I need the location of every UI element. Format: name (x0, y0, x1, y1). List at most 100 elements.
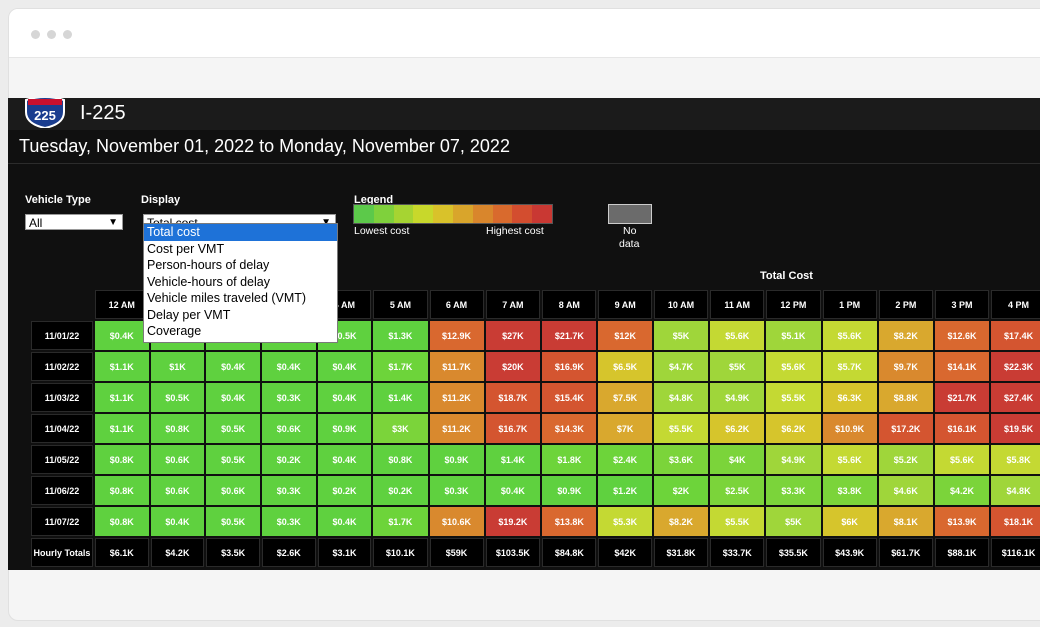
cost-cell[interactable]: $2.5K (710, 476, 765, 505)
cost-cell[interactable]: $12K (598, 321, 652, 350)
cost-cell[interactable]: $5.8K (991, 445, 1040, 474)
cost-cell[interactable]: $3K (373, 414, 428, 443)
cost-cell[interactable]: $10.9K (822, 414, 877, 443)
cost-cell[interactable]: $0.5K (206, 414, 260, 443)
cost-cell[interactable]: $17.4K (991, 321, 1040, 350)
cost-cell[interactable]: $4.6K (878, 476, 933, 505)
cost-cell[interactable]: $0.8K (94, 507, 149, 536)
cost-cell[interactable]: $5.6K (822, 321, 877, 350)
cost-cell[interactable]: $11.2K (429, 414, 484, 443)
cost-cell[interactable]: $6K (822, 507, 877, 536)
cost-cell[interactable]: $11.7K (429, 352, 484, 381)
cost-cell[interactable]: $5.5K (653, 414, 709, 443)
cost-cell[interactable]: $1.4K (373, 383, 428, 412)
cost-cell[interactable]: $5.6K (822, 445, 877, 474)
cost-cell[interactable]: $5.1K (766, 321, 821, 350)
display-option[interactable]: Vehicle-hours of delay (144, 274, 337, 291)
cost-cell[interactable]: $7.5K (598, 383, 652, 412)
cost-cell[interactable]: $5.5K (766, 383, 821, 412)
cost-cell[interactable]: $1.7K (373, 507, 428, 536)
cost-cell[interactable]: $0.4K (317, 352, 372, 381)
cost-cell[interactable]: $0.5K (206, 507, 260, 536)
cost-cell[interactable]: $1.8K (542, 445, 597, 474)
cost-cell[interactable]: $19.5K (991, 414, 1040, 443)
cost-cell[interactable]: $5.2K (878, 445, 933, 474)
cost-cell[interactable]: $0.6K (150, 445, 205, 474)
display-option[interactable]: Vehicle miles traveled (VMT) (144, 290, 337, 307)
cost-cell[interactable]: $0.3K (261, 507, 316, 536)
cost-cell[interactable]: $2K (653, 476, 709, 505)
cost-cell[interactable]: $5.3K (598, 507, 652, 536)
cost-cell[interactable]: $6.5K (598, 352, 652, 381)
cost-cell[interactable]: $0.8K (150, 414, 205, 443)
cost-cell[interactable]: $0.4K (261, 352, 316, 381)
cost-cell[interactable]: $0.9K (317, 414, 372, 443)
cost-cell[interactable]: $4.8K (991, 476, 1040, 505)
display-option[interactable]: Delay per VMT (144, 307, 337, 324)
cost-cell[interactable]: $2.4K (598, 445, 652, 474)
cost-cell[interactable]: $12.6K (934, 321, 990, 350)
cost-cell[interactable]: $5.5K (710, 507, 765, 536)
cost-cell[interactable]: $14.3K (542, 414, 597, 443)
cost-cell[interactable]: $13.9K (934, 507, 990, 536)
cost-cell[interactable]: $6.2K (710, 414, 765, 443)
cost-cell[interactable]: $4.2K (934, 476, 990, 505)
display-option[interactable]: Cost per VMT (144, 241, 337, 258)
cost-cell[interactable]: $22.3K (991, 352, 1040, 381)
display-option[interactable]: Coverage (144, 323, 337, 340)
cost-cell[interactable]: $0.6K (206, 476, 260, 505)
cost-cell[interactable]: $1.4K (485, 445, 541, 474)
cost-cell[interactable]: $11.2K (429, 383, 484, 412)
cost-cell[interactable]: $5K (653, 321, 709, 350)
cost-cell[interactable]: $4.9K (710, 383, 765, 412)
cost-cell[interactable]: $4K (710, 445, 765, 474)
cost-cell[interactable]: $12.9K (429, 321, 484, 350)
cost-cell[interactable]: $0.4K (206, 383, 260, 412)
cost-cell[interactable]: $0.8K (94, 476, 149, 505)
cost-cell[interactable]: $0.3K (261, 383, 316, 412)
cost-cell[interactable]: $3.6K (653, 445, 709, 474)
cost-cell[interactable]: $0.8K (373, 445, 428, 474)
cost-cell[interactable]: $0.2K (317, 476, 372, 505)
cost-cell[interactable]: $21.7K (934, 383, 990, 412)
cost-cell[interactable]: $0.6K (150, 476, 205, 505)
cost-cell[interactable]: $8.2K (878, 321, 933, 350)
cost-cell[interactable]: $1.7K (373, 352, 428, 381)
cost-cell[interactable]: $19.2K (485, 507, 541, 536)
cost-cell[interactable]: $0.5K (150, 383, 205, 412)
cost-cell[interactable]: $0.3K (429, 476, 484, 505)
cost-cell[interactable]: $18.1K (991, 507, 1040, 536)
display-option[interactable]: Person-hours of delay (144, 257, 337, 274)
cost-cell[interactable]: $5K (766, 507, 821, 536)
cost-cell[interactable]: $18.7K (485, 383, 541, 412)
cost-cell[interactable]: $5.6K (710, 321, 765, 350)
cost-cell[interactable]: $1.1K (94, 414, 149, 443)
cost-cell[interactable]: $0.8K (94, 445, 149, 474)
cost-cell[interactable]: $0.4K (485, 476, 541, 505)
cost-cell[interactable]: $0.4K (206, 352, 260, 381)
cost-cell[interactable]: $0.4K (317, 507, 372, 536)
cost-cell[interactable]: $0.4K (150, 507, 205, 536)
cost-cell[interactable]: $1.2K (598, 476, 652, 505)
cost-cell[interactable]: $13.8K (542, 507, 597, 536)
cost-cell[interactable]: $1.3K (373, 321, 428, 350)
cost-cell[interactable]: $16.9K (542, 352, 597, 381)
cost-cell[interactable]: $0.6K (261, 414, 316, 443)
cost-cell[interactable]: $0.5K (206, 445, 260, 474)
cost-cell[interactable]: $16.1K (934, 414, 990, 443)
cost-cell[interactable]: $5.7K (822, 352, 877, 381)
cost-cell[interactable]: $4.7K (653, 352, 709, 381)
cost-cell[interactable]: $1.1K (94, 352, 149, 381)
cost-cell[interactable]: $1.1K (94, 383, 149, 412)
cost-cell[interactable]: $0.4K (317, 445, 372, 474)
cost-cell[interactable]: $8.8K (878, 383, 933, 412)
vehicle-type-select[interactable]: All ▼ (25, 214, 123, 230)
cost-cell[interactable]: $0.9K (542, 476, 597, 505)
cost-cell[interactable]: $5K (710, 352, 765, 381)
cost-cell[interactable]: $3.8K (822, 476, 877, 505)
cost-cell[interactable]: $1K (150, 352, 205, 381)
cost-cell[interactable]: $27K (485, 321, 541, 350)
cost-cell[interactable]: $14.1K (934, 352, 990, 381)
cost-cell[interactable]: $3.3K (766, 476, 821, 505)
cost-cell[interactable]: $16.7K (485, 414, 541, 443)
